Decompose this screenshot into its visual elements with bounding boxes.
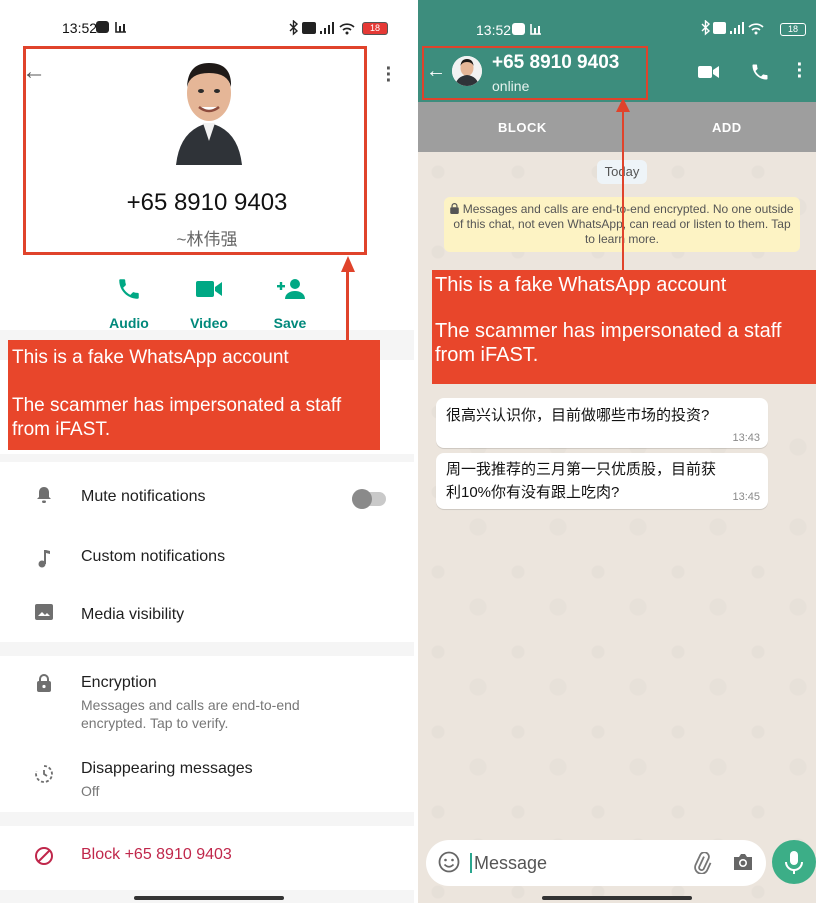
- camera-icon[interactable]: [732, 852, 754, 877]
- custom-notifications-label: Custom notifications: [81, 548, 226, 565]
- notification-icons: [96, 20, 130, 37]
- annotation-callout: This is a fake WhatsApp account The scam…: [432, 270, 816, 384]
- annotation-callout: This is a fake WhatsApp account The scam…: [8, 340, 380, 450]
- text-caret: [470, 853, 472, 873]
- voice-call-icon[interactable]: [750, 62, 770, 82]
- contact-photo[interactable]: [176, 57, 242, 165]
- battery-indicator: 18: [780, 23, 806, 36]
- chat-screen: 13:52 18 ← +65 8910 9403 online · · · BL…: [418, 0, 816, 903]
- annotation-line1: This is a fake WhatsApp account: [435, 274, 727, 296]
- encryption-row[interactable]: Encryption Messages and calls are end-to…: [0, 656, 414, 734]
- status-time: 13:52: [62, 20, 98, 36]
- more-options-icon[interactable]: · · ·: [384, 59, 394, 91]
- incoming-message[interactable]: 很高兴认识你，目前做哪些市场的投资? 13:43: [436, 398, 768, 448]
- message-text: 很高兴认识你，目前做哪些市场的投资?: [446, 407, 710, 424]
- contact-actions: Audio Video Save: [0, 274, 414, 338]
- add-button[interactable]: ADD: [712, 120, 742, 135]
- incoming-message[interactable]: 周一我推荐的三月第一只优质股，目前获 利10%你有没有跟上吃肉? 13:45: [436, 453, 768, 509]
- disappearing-messages-value: Off: [81, 783, 100, 799]
- block-contact-label: Block +65 8910 9403: [81, 846, 232, 863]
- chat-wallpaper: [418, 152, 816, 903]
- encryption-title: Encryption: [81, 674, 157, 691]
- annotation-arrow-head: [616, 98, 630, 112]
- message-time: 13:45: [732, 491, 760, 503]
- contact-info-screen: 13:52 18 ← · · · +65 8910 9403 ~林伟强 Audi…: [0, 0, 414, 903]
- save-contact-button[interactable]: Save: [255, 274, 325, 331]
- mute-notifications-label: Mute notifications: [81, 488, 206, 505]
- privacy-settings: Encryption Messages and calls are end-to…: [0, 656, 414, 812]
- contact-phone-number: +65 8910 9403: [126, 189, 288, 216]
- annotation-arrow-head: [341, 256, 355, 272]
- mute-notifications-row[interactable]: Mute notifications: [0, 462, 414, 522]
- message-text-line2: 利10%你有没有跟上吃肉?: [446, 484, 620, 501]
- add-person-icon: [277, 279, 305, 299]
- audio-call-button[interactable]: Audio: [94, 274, 164, 331]
- disappearing-messages-title: Disappearing messages: [81, 760, 253, 777]
- encryption-subtitle: Messages and calls are end-to-end encryp…: [81, 697, 300, 731]
- lock-icon: [450, 203, 460, 214]
- lock-icon: [37, 674, 51, 692]
- battery-indicator: 18: [362, 22, 388, 35]
- message-text-line1: 周一我推荐的三月第一只优质股，目前获: [446, 461, 717, 478]
- save-label: Save: [273, 315, 307, 331]
- video-call-icon[interactable]: [698, 64, 720, 80]
- block-button[interactable]: BLOCK: [498, 120, 547, 135]
- notification-glyphs-icon: [96, 21, 126, 33]
- microphone-icon: [785, 851, 803, 874]
- block-icon: [35, 847, 53, 865]
- media-visibility-label: Media visibility: [81, 606, 185, 623]
- message-composer[interactable]: Message: [426, 840, 766, 886]
- video-call-button[interactable]: Video: [174, 274, 244, 331]
- status-right-icons: [700, 19, 780, 41]
- gesture-nav-bar[interactable]: [134, 896, 284, 900]
- video-camera-icon: [196, 281, 222, 297]
- emoji-icon[interactable]: [438, 851, 460, 878]
- status-time: 13:52: [476, 22, 512, 38]
- custom-notifications-row[interactable]: Custom notifications: [0, 522, 414, 580]
- annotation-line1: This is a fake WhatsApp account: [12, 347, 289, 368]
- disappearing-messages-row[interactable]: Disappearing messages Off: [0, 744, 414, 812]
- notification-glyphs-icon: [512, 23, 541, 35]
- annotation-line2: The scammer has impersonated a staff fro…: [12, 395, 342, 440]
- annotation-arrow-line: [622, 110, 624, 270]
- mute-toggle[interactable]: [352, 489, 386, 509]
- block-contact-row[interactable]: Block +65 8910 9403: [0, 826, 414, 890]
- timer-icon: [35, 765, 53, 783]
- attachment-icon[interactable]: [690, 851, 712, 879]
- more-options-icon[interactable]: · · ·: [796, 55, 804, 87]
- music-note-icon: [38, 550, 50, 568]
- annotation-arrow-line: [346, 272, 349, 342]
- annotation-line2: The scammer has impersonated a staff fro…: [435, 320, 782, 366]
- signal-battery-icons: [701, 19, 764, 36]
- message-input[interactable]: Message: [474, 853, 547, 874]
- video-label: Video: [190, 315, 228, 331]
- message-time: 13:43: [732, 432, 760, 444]
- media-visibility-row[interactable]: Media visibility: [0, 580, 414, 640]
- bell-icon: [37, 487, 51, 503]
- image-icon: [35, 604, 53, 620]
- voice-message-button[interactable]: [772, 840, 816, 884]
- gesture-nav-bar[interactable]: [542, 896, 692, 900]
- notification-settings: Mute notifications Custom notifications …: [0, 462, 414, 642]
- phone-icon: [119, 279, 139, 299]
- audio-label: Audio: [109, 315, 149, 331]
- contact-nickname: ~林伟强: [176, 230, 238, 249]
- annotation-highlight-box: [422, 46, 648, 100]
- notification-icons: [512, 22, 544, 41]
